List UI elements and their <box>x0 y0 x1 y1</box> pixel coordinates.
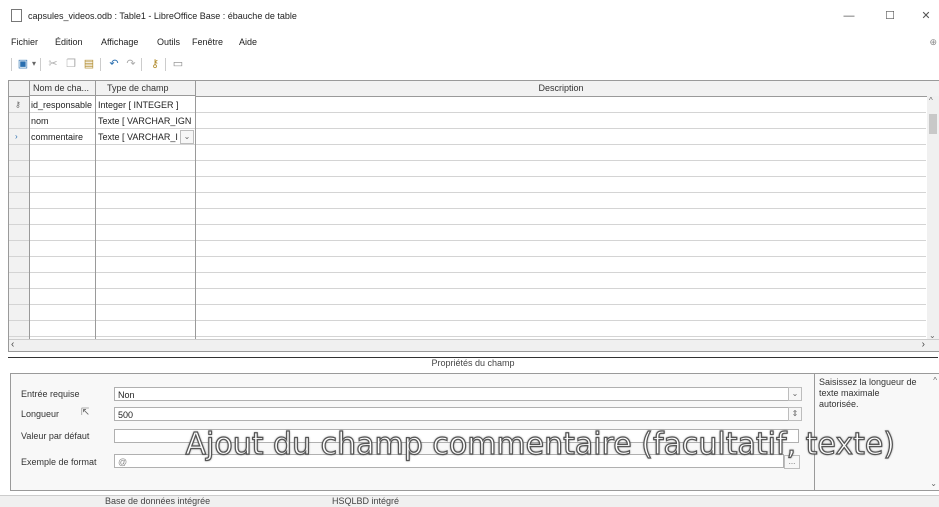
row-divider <box>9 128 926 129</box>
field-type-cell[interactable]: Texte [ VARCHAR_IGN <box>98 113 194 129</box>
close-document-icon[interactable]: ⊕ <box>929 37 937 48</box>
row-divider <box>9 176 926 177</box>
row-divider <box>9 240 926 241</box>
horizontal-scrollbar[interactable]: ‹ › <box>9 339 939 351</box>
menu-edition[interactable]: Édition <box>55 37 83 47</box>
toolbar-grip <box>11 58 12 71</box>
menu-affichage[interactable]: Affichage <box>101 37 138 47</box>
mouse-cursor-icon: ⇱ <box>81 407 90 418</box>
scrollbar-thumb[interactable] <box>929 114 937 134</box>
row-divider <box>9 208 926 209</box>
length-input[interactable]: 500 <box>114 407 799 421</box>
toolbar-separator <box>165 58 166 71</box>
required-entry-label: Entrée requise <box>21 389 80 399</box>
row-divider <box>9 160 926 161</box>
database-engine-status: HSQLBD intégré <box>332 496 400 506</box>
copy-icon[interactable]: ❐ <box>64 57 78 71</box>
close-button[interactable]: ✕ <box>918 9 934 23</box>
database-type-status: Base de données intégrée <box>105 496 211 506</box>
row-header-corner <box>9 81 29 97</box>
document-icon <box>11 9 22 22</box>
required-entry-select[interactable]: Non <box>114 387 799 401</box>
default-value-label: Valeur par défaut <box>21 431 90 441</box>
current-row-arrow-icon: › <box>15 132 18 141</box>
field-name-cell[interactable]: nom <box>31 113 95 129</box>
menu-fenetre[interactable]: Fenêtre <box>192 37 223 47</box>
row-divider <box>9 192 926 193</box>
title-bar: capsules_videos.odb : Table1 - LibreOffi… <box>0 0 939 30</box>
paste-icon[interactable]: ▤ <box>82 57 96 71</box>
menu-bar: Fichier Édition Affichage Outils Fenêtre… <box>0 36 939 52</box>
field-name-cell[interactable]: id_responsable <box>31 97 95 113</box>
toolbar-separator <box>100 58 101 71</box>
field-type-cell[interactable]: Texte [ VARCHAR_I <box>98 129 178 145</box>
dropdown-arrow-icon[interactable]: ▾ <box>30 57 38 71</box>
video-caption: Ajout du champ commentaire (facultatif, … <box>185 426 896 462</box>
column-header-description[interactable]: Description <box>195 81 927 97</box>
column-header-field-type[interactable]: Type de champ <box>95 81 195 96</box>
cut-icon[interactable]: ✂ <box>46 57 60 71</box>
field-type-cell[interactable]: Integer [ INTEGER ] <box>98 97 194 113</box>
minimize-button[interactable]: — <box>841 9 857 23</box>
menu-fichier[interactable]: Fichier <box>11 37 38 47</box>
row-divider <box>9 144 926 145</box>
field-name-cell[interactable]: commentaire <box>31 129 95 145</box>
status-bar: Base de données intégrée HSQLBD intégré <box>0 495 939 507</box>
row-divider <box>9 256 926 257</box>
row-divider <box>9 304 926 305</box>
column-divider <box>95 81 96 340</box>
column-divider <box>29 81 30 340</box>
toolbar-separator <box>40 58 41 71</box>
row-divider <box>9 336 926 337</box>
required-entry-dropdown-icon[interactable]: ⌄ <box>788 387 802 401</box>
scrollbar-header-corner <box>927 81 939 97</box>
column-divider <box>195 81 196 340</box>
libreoffice-base-window: capsules_videos.odb : Table1 - LibreOffi… <box>0 0 939 507</box>
format-example-label: Exemple de format <box>21 457 97 467</box>
primary-key-icon[interactable]: ⚷ <box>148 57 162 71</box>
window-title: capsules_videos.odb : Table1 - LibreOffi… <box>28 11 297 21</box>
scroll-up-icon[interactable]: ^ <box>929 96 933 105</box>
type-dropdown-button[interactable]: ⌄ <box>180 130 194 144</box>
menu-aide[interactable]: Aide <box>239 37 257 47</box>
row-divider <box>9 224 926 225</box>
maximize-button[interactable]: ☐ <box>882 9 898 23</box>
index-design-icon[interactable]: ▭ <box>171 57 185 71</box>
toolbar-separator <box>141 58 142 71</box>
scroll-right-icon[interactable]: › <box>922 339 925 350</box>
row-divider <box>9 320 926 321</box>
row-divider <box>9 112 926 113</box>
length-spinner[interactable]: ⇕ <box>788 407 802 421</box>
save-icon[interactable]: ▣ <box>16 57 30 71</box>
column-header-field-name[interactable]: Nom de cha... <box>29 81 95 96</box>
row-divider <box>9 272 926 273</box>
table-design-grid[interactable]: Nom de cha... Type de champ Description … <box>8 80 939 352</box>
toolbar: ▣ ▾ ✂ ❐ ▤ ↶ ↷ ⚷ ▭ <box>0 54 939 76</box>
help-text: Saisissez la longueur de texte maximale … <box>819 377 917 409</box>
primary-key-marker-icon: ⚷ <box>15 100 21 109</box>
menu-outils[interactable]: Outils <box>157 37 180 47</box>
help-scroll-up-icon[interactable]: ^ <box>933 376 937 385</box>
undo-icon[interactable]: ↶ <box>107 57 121 71</box>
vertical-scrollbar[interactable]: ^ ⌄ <box>927 96 939 340</box>
redo-icon[interactable]: ↷ <box>124 57 138 71</box>
row-divider <box>9 288 926 289</box>
scroll-left-icon[interactable]: ‹ <box>11 339 14 350</box>
help-scroll-down-icon[interactable]: ⌄ <box>930 479 937 488</box>
field-properties-title: Propriétés du champ <box>8 357 938 370</box>
length-label: Longueur <box>21 409 60 419</box>
